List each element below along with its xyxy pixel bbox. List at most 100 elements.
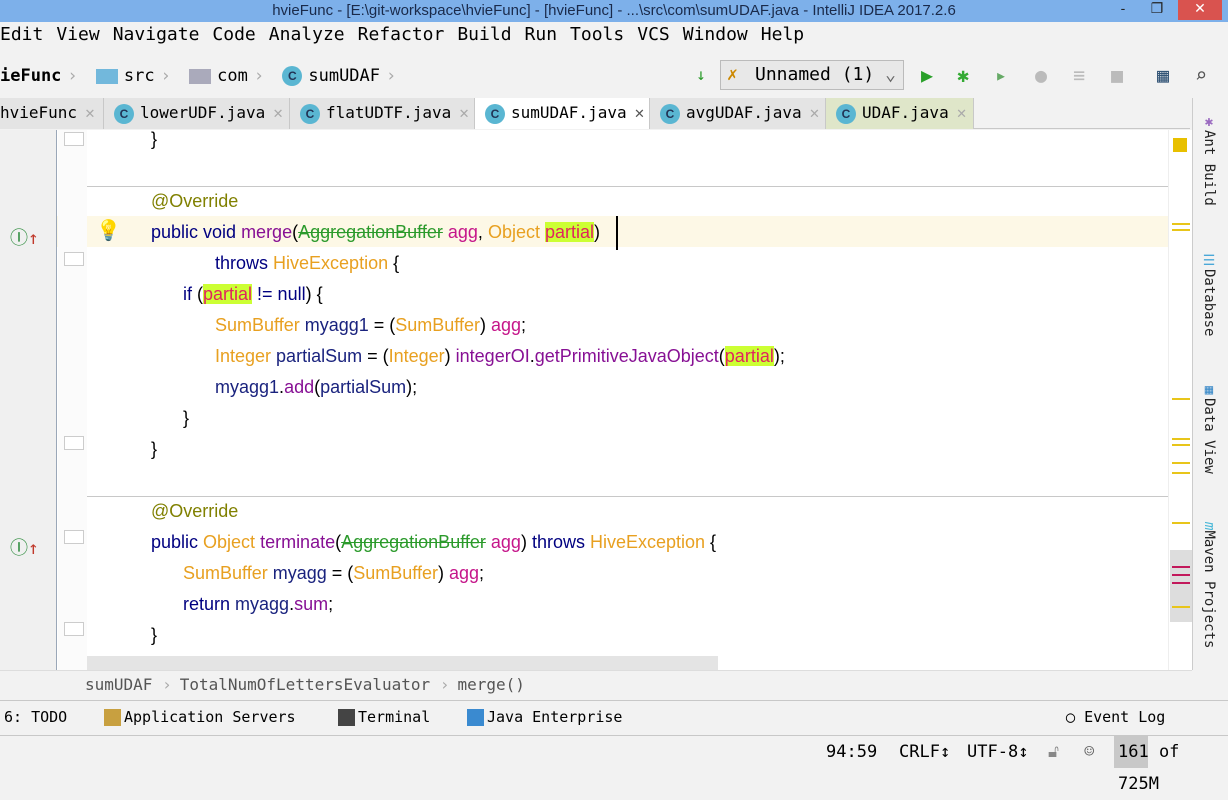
title-bar: hvieFunc - [E:\git-workspace\hvieFunc] -… — [0, 0, 1228, 22]
crumb-src[interactable]: src — [95, 58, 155, 94]
lock-icon[interactable]: 🔓︎ — [1048, 736, 1059, 768]
sort-icon[interactable]: ↓ — [688, 62, 714, 88]
fold-marker[interactable] — [64, 622, 84, 636]
implements-icon[interactable]: Ⓘ↑ — [10, 224, 39, 250]
menu-tools[interactable]: Tools — [570, 24, 624, 45]
lightbulb-icon[interactable]: 💡 — [96, 218, 121, 242]
menu-run[interactable]: Run — [525, 24, 558, 45]
code-token-kw: throws — [531, 532, 590, 552]
server-icon — [104, 709, 121, 726]
tab-udaf[interactable]: C UDAF.java ✕ — [826, 98, 974, 129]
code-token-plain: { — [705, 532, 717, 552]
crumb-inner-class[interactable]: TotalNumOfLettersEvaluator — [180, 675, 430, 694]
memory-indicator[interactable]: 161 of 725M — [1114, 736, 1228, 794]
tool-ant-build[interactable]: ✱Ant Build — [1201, 114, 1217, 206]
code-lines: } @Override public void merge(AggregationB… — [151, 130, 1161, 670]
status-bar: 94:59 CRLF↕ UTF-8↕ 🔓︎ ☺ 161 of 725M — [0, 735, 1228, 794]
crumb-sumudaf[interactable]: CsumUDAF — [282, 58, 380, 94]
menu-edit[interactable]: Edit — [0, 24, 43, 45]
implements-icon[interactable]: Ⓘ↑ — [10, 534, 39, 560]
close-tab-icon[interactable]: ✕ — [85, 103, 95, 122]
restore-button[interactable]: ❐ — [1142, 0, 1172, 20]
terminal-button[interactable]: Terminal — [338, 701, 430, 733]
code-line: myagg1.add(partialSum); — [215, 372, 417, 403]
crumb-com[interactable]: com — [189, 58, 248, 94]
tab-avgudaf[interactable]: CavgUDAF.java ✕ — [650, 98, 826, 129]
close-tab-icon[interactable]: ✕ — [635, 103, 645, 122]
file-encoding[interactable]: UTF-8↕ — [967, 736, 1028, 768]
event-log-button[interactable]: ◯ Event Log — [1066, 701, 1165, 733]
code-editor[interactable]: Ⓘ↑ Ⓘ↑ 💡 } @Override public void merge(Aggr… — [0, 130, 1192, 670]
menu-build[interactable]: Build — [457, 24, 511, 45]
code-token-plain: ) { — [305, 284, 323, 304]
close-tab-icon[interactable]: ✕ — [810, 103, 820, 122]
menu-navigate[interactable]: Navigate — [113, 24, 200, 45]
build-icon[interactable]: ≡ — [1066, 62, 1092, 88]
code-token-kw: if — [183, 284, 198, 304]
debug-icon[interactable]: ✱ — [950, 62, 976, 88]
profile-icon[interactable]: ● — [1028, 62, 1054, 88]
gutter — [0, 130, 57, 670]
code-token-plain: ; — [479, 563, 485, 583]
fold-marker[interactable] — [64, 436, 84, 450]
code-token-plain: } — [151, 439, 158, 459]
fold-marker[interactable] — [64, 530, 84, 544]
crumb-method[interactable]: merge() — [457, 675, 524, 694]
package-icon — [189, 68, 212, 84]
minimize-button[interactable]: - — [1108, 0, 1138, 20]
chevron-down-icon: ⌄ — [885, 64, 896, 85]
class-icon: C — [282, 66, 303, 86]
inspection-status-icon[interactable] — [1173, 138, 1187, 152]
project-structure-icon[interactable]: ▦ — [1150, 62, 1176, 88]
code-token-plain: ) — [444, 346, 456, 366]
fold-marker[interactable] — [64, 132, 84, 146]
code-token-var: myagg1 — [299, 315, 369, 335]
code-line: SumBuffer myagg1 = (SumBuffer) agg; — [215, 310, 526, 341]
tab-hviefunc[interactable]: hvieFunc ✕ — [0, 98, 104, 129]
run-icon[interactable]: ▶ — [914, 62, 940, 88]
menu-vcs[interactable]: VCS — [637, 24, 670, 45]
menu-window[interactable]: Window — [683, 24, 748, 45]
code-token-param: agg — [442, 222, 478, 242]
code-token-kw: != null — [252, 284, 306, 304]
crumb-project[interactable]: ieFunc — [0, 58, 61, 94]
code-token-method: terminate — [260, 532, 336, 552]
menu-code[interactable]: Code — [212, 24, 255, 45]
menu-view[interactable]: View — [56, 24, 99, 45]
caret-position[interactable]: 94:59 — [826, 736, 877, 768]
close-tab-icon[interactable]: ✕ — [459, 103, 469, 122]
inspector-icon[interactable]: ☺ — [1084, 736, 1094, 768]
scroll-thumb[interactable] — [1170, 550, 1192, 622]
line-separator[interactable]: CRLF↕ — [899, 736, 950, 768]
tool-data-view[interactable]: ▦Data View — [1201, 382, 1217, 474]
code-token-hl: partial — [203, 284, 253, 304]
code-token-kw: throws — [215, 253, 274, 273]
close-tab-icon[interactable]: ✕ — [273, 103, 283, 122]
close-tab-icon[interactable]: ✕ — [957, 103, 967, 122]
crumb-class[interactable]: sumUDAF — [85, 675, 152, 694]
code-token-type: SumBuffer — [353, 563, 438, 583]
coverage-icon[interactable]: ▸ — [988, 62, 1014, 88]
tab-lowerudf[interactable]: ClowerUDF.java ✕ — [104, 98, 290, 129]
menu-refactor[interactable]: Refactor — [358, 24, 445, 45]
folder-icon — [95, 68, 118, 84]
terminal-icon — [338, 709, 355, 726]
application-servers-button[interactable]: Application Servers — [104, 701, 296, 733]
tool-maven-projects[interactable]: mMaven Projects — [1201, 522, 1217, 648]
code-token-hl: partial — [544, 222, 594, 242]
menu-help[interactable]: Help — [761, 24, 804, 45]
horizontal-scrollbar[interactable] — [87, 656, 718, 670]
run-configuration-select[interactable]: ✗ Unnamed (1) ⌄ — [720, 60, 904, 90]
code-token-type: SumBuffer — [215, 315, 300, 335]
tool-database[interactable]: ☰Database — [1201, 253, 1217, 336]
fold-marker[interactable] — [64, 252, 84, 266]
close-button[interactable]: ✕ — [1178, 0, 1222, 20]
menu-analyze[interactable]: Analyze — [269, 24, 345, 45]
todo-button[interactable]: 6: TODO — [4, 701, 67, 733]
tab-flatudtf[interactable]: CflatUDTF.java ✕ — [290, 98, 475, 129]
code-line: return myagg.sum; — [183, 589, 333, 620]
tab-sumudaf[interactable]: CsumUDAF.java ✕ — [475, 98, 650, 129]
java-enterprise-button[interactable]: Java Enterprise — [467, 701, 622, 733]
stop-icon[interactable]: ■ — [1104, 62, 1130, 88]
search-icon[interactable]: ⌕ — [1188, 62, 1214, 88]
